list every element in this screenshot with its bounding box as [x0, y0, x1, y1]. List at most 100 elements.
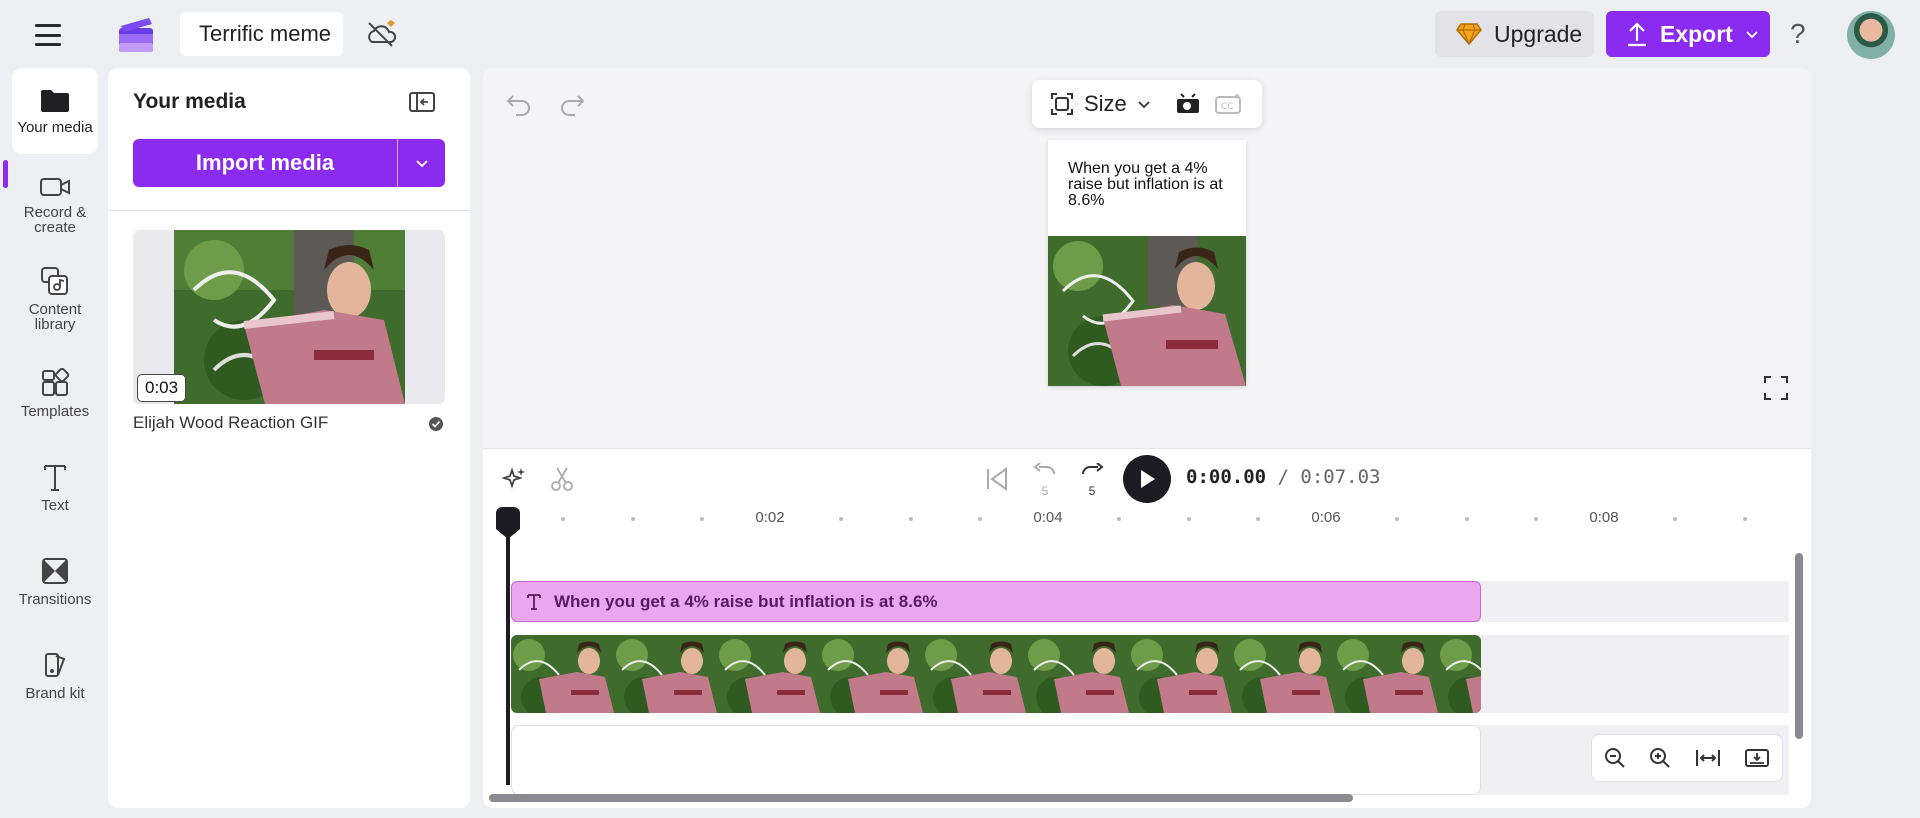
- size-button[interactable]: Size: [1050, 91, 1151, 117]
- video-frame-thumbnail: [1026, 635, 1129, 713]
- rail-item-transitions[interactable]: Transitions: [12, 538, 98, 624]
- chevron-down-icon: [1138, 101, 1150, 109]
- ruler-tick: [1395, 517, 1399, 521]
- video-frame-thumbnail: [511, 635, 614, 713]
- text-clip-label: When you get a 4% raise but inflation is…: [554, 591, 938, 611]
- rail-item-record-create[interactable]: Record & create: [12, 162, 98, 248]
- templates-icon: [42, 367, 70, 396]
- skip-to-start-icon[interactable]: [983, 465, 1011, 493]
- timeline-ruler[interactable]: 0:02 0:04 0:06 0:08: [513, 507, 1803, 531]
- video-camera-icon: [40, 178, 70, 196]
- video-frame-thumbnail: [1438, 635, 1481, 713]
- export-label: Export: [1660, 20, 1733, 47]
- forward-icon: [1082, 462, 1104, 475]
- ruler-tick: [839, 517, 843, 521]
- media-panel-title: Your media: [133, 90, 246, 113]
- ruler-label: 0:02: [755, 509, 785, 526]
- scissors-icon[interactable]: [549, 466, 575, 492]
- menu-icon[interactable]: [30, 20, 66, 50]
- zoom-controls: [1591, 734, 1783, 782]
- fullscreen-icon[interactable]: [1763, 375, 1789, 401]
- ruler-tick: [1743, 517, 1747, 521]
- import-media-dropdown[interactable]: [398, 139, 445, 187]
- fit-to-timeline-icon[interactable]: [1694, 746, 1722, 770]
- ruler-label: 0:04: [1033, 509, 1063, 526]
- rail-item-your-media[interactable]: Your media: [12, 68, 98, 154]
- ruler-tick: [909, 517, 913, 521]
- media-panel: Your media Import media 0:03 Elijah Wood…: [108, 68, 470, 808]
- export-button[interactable]: Export: [1606, 11, 1770, 57]
- video-frame-thumbnail: [1335, 635, 1438, 713]
- total-time: 0:07.03: [1300, 466, 1381, 488]
- folder-icon: [41, 89, 69, 112]
- rail-item-templates[interactable]: Templates: [12, 350, 98, 436]
- brand-kit-icon: [45, 652, 66, 677]
- rewind-5-button[interactable]: 5: [1031, 462, 1059, 498]
- empty-track[interactable]: [511, 725, 1481, 795]
- media-thumbnail-image: [174, 230, 405, 404]
- ruler-tick: [631, 517, 635, 521]
- import-media-label[interactable]: Import media: [133, 139, 397, 187]
- ruler-tick: [1534, 517, 1538, 521]
- ruler-tick: [978, 517, 982, 521]
- zoom-out-icon[interactable]: [1603, 746, 1627, 770]
- preview-canvas[interactable]: When you get a 4% raise but inflation is…: [1048, 140, 1246, 386]
- svg-text:CC: CC: [1221, 102, 1234, 112]
- text-clip[interactable]: When you get a 4% raise but inflation is…: [511, 581, 1481, 622]
- media-item-thumbnail[interactable]: 0:03: [133, 230, 445, 404]
- video-frame-thumbnail: [717, 635, 820, 713]
- rail-item-brand-kit[interactable]: Brand kit: [12, 632, 98, 718]
- play-button[interactable]: [1123, 455, 1171, 503]
- avatar[interactable]: [1847, 11, 1895, 59]
- chevron-down-icon: [1746, 31, 1758, 39]
- import-media-button[interactable]: Import media: [133, 139, 445, 187]
- forward-5-button[interactable]: 5: [1078, 462, 1106, 498]
- collapse-panel-icon[interactable]: [408, 90, 436, 114]
- left-rail: Your media Record & create Content libra…: [0, 68, 108, 818]
- duration-badge: 0:03: [137, 374, 187, 402]
- upgrade-button[interactable]: Upgrade: [1435, 11, 1594, 57]
- video-frame-thumbnail: [1129, 635, 1232, 713]
- ruler-label: 0:06: [1311, 509, 1341, 526]
- cloud-sync-off-icon[interactable]: [364, 18, 400, 50]
- captions-icon[interactable]: CC: [1213, 91, 1243, 117]
- ruler-tick: [700, 517, 704, 521]
- help-button[interactable]: ?: [1790, 18, 1806, 50]
- zoom-in-icon[interactable]: [1648, 746, 1672, 770]
- preview-toolbar: Size CC: [1032, 80, 1262, 128]
- horizontal-scrollbar[interactable]: [489, 794, 1353, 802]
- video-clip[interactable]: [511, 635, 1481, 713]
- magic-sparkle-icon[interactable]: [501, 466, 527, 492]
- remove-background-icon[interactable]: [1173, 91, 1203, 117]
- vertical-scrollbar[interactable]: [1795, 553, 1803, 739]
- rail-item-content-library[interactable]: Content library: [12, 256, 98, 342]
- active-indicator: [3, 160, 8, 188]
- text-icon: [527, 593, 541, 610]
- play-icon: [1141, 470, 1155, 488]
- chevron-down-icon: [415, 160, 428, 168]
- top-bar: Terrific meme Upgrade Export ?: [0, 0, 1920, 68]
- redo-icon[interactable]: [558, 90, 586, 118]
- clipchamp-logo-icon: [119, 18, 153, 52]
- rail-item-text[interactable]: Text: [12, 444, 98, 530]
- project-title[interactable]: Terrific meme: [180, 12, 343, 56]
- canvas-caption-text[interactable]: When you get a 4% raise but inflation is…: [1068, 161, 1234, 209]
- upgrade-label: Upgrade: [1494, 20, 1583, 47]
- collapse-timeline-icon[interactable]: [1743, 746, 1771, 770]
- time-separator: /: [1266, 466, 1301, 488]
- preview-area: Size CC When you get a 4% raise but infl…: [483, 68, 1811, 448]
- video-frame-thumbnail: [1232, 635, 1335, 713]
- ruler-tick: [561, 517, 565, 521]
- ruler-tick: [1117, 517, 1121, 521]
- upload-icon: [1628, 22, 1646, 47]
- playhead[interactable]: [494, 507, 522, 787]
- ruler-tick: [1465, 517, 1469, 521]
- ruler-tick: [1187, 517, 1191, 521]
- ruler-tick: [1673, 517, 1677, 521]
- media-item-name: Elijah Wood Reaction GIF: [133, 413, 329, 432]
- video-frame-thumbnail: [820, 635, 923, 713]
- video-frame-thumbnail: [923, 635, 1026, 713]
- undo-icon[interactable]: [505, 90, 533, 118]
- video-frame-thumbnail: [614, 635, 717, 713]
- diamond-icon: [1456, 23, 1482, 46]
